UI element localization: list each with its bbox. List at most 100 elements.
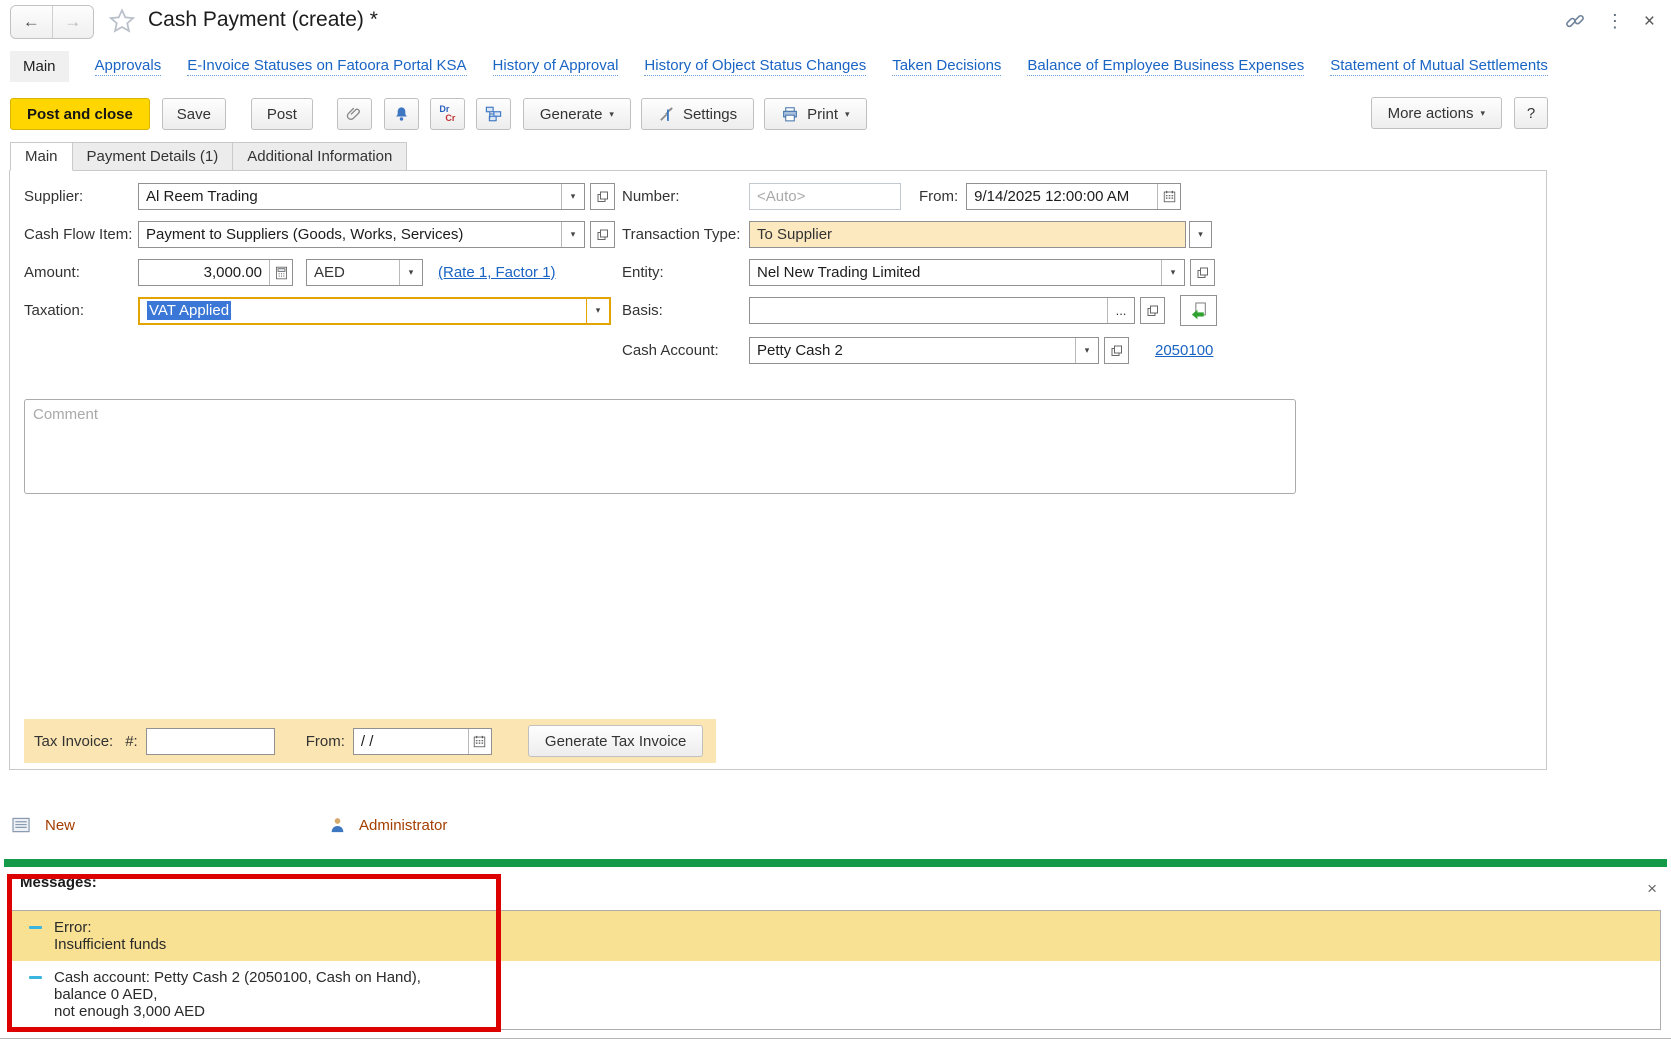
account-code-link[interactable]: 2050100 — [1155, 342, 1213, 359]
more-actions-button[interactable]: More actions▾ — [1371, 97, 1502, 129]
transaction-type-field-group: To Supplier — [749, 221, 1186, 248]
tax-invoice-label: Tax Invoice: — [34, 733, 113, 750]
message-item-error[interactable]: Error: Insufficient funds — [11, 911, 1660, 961]
supplier-open-button[interactable] — [590, 183, 615, 210]
chevron-down-icon: ▾ — [845, 109, 850, 120]
main-form-panel: Supplier: ▾ Cash Flow Item: ▾ — [9, 170, 1547, 770]
tax-invoice-number-input[interactable] — [147, 729, 274, 754]
chevron-down-icon: ▾ — [1480, 108, 1485, 119]
supplier-input[interactable] — [139, 184, 561, 209]
kebab-menu-icon[interactable]: ⋮ — [1606, 12, 1624, 30]
paperclip-icon — [345, 105, 363, 123]
post-and-close-button[interactable]: Post and close — [10, 98, 150, 130]
generate-button[interactable]: Generate▾ — [523, 98, 631, 130]
basis-row: Basis: ... — [622, 297, 1242, 324]
cash-flow-item-dropdown-icon[interactable]: ▾ — [561, 222, 584, 247]
basis-ellipsis-button[interactable]: ... — [1107, 298, 1134, 323]
calendar-icon[interactable] — [1157, 184, 1180, 209]
message-item-detail[interactable]: Cash account: Petty Cash 2 (2050100, Cas… — [11, 961, 1660, 1028]
tax-invoice-calendar-icon[interactable] — [468, 729, 491, 754]
nav-link-approvals[interactable]: Approvals — [95, 57, 162, 76]
taxation-value[interactable]: VAT Applied — [140, 299, 586, 323]
tab-additional-information[interactable]: Additional Information — [233, 142, 407, 171]
number-label: Number: — [622, 188, 749, 205]
cash-payment-window: ← → Cash Payment (create) * ⋮ × Main App… — [0, 0, 1671, 1048]
dr-cr-button[interactable]: DrCr — [430, 98, 465, 130]
cash-account-open-button[interactable] — [1104, 337, 1129, 364]
nav-link-history-of-approval[interactable]: History of Approval — [493, 57, 619, 76]
nav-link-history-object-status[interactable]: History of Object Status Changes — [644, 57, 866, 76]
tax-invoice-number-label: #: — [125, 733, 138, 750]
transaction-type-row: Transaction Type: To Supplier ▾ — [622, 221, 1242, 248]
user-icon — [330, 817, 345, 834]
print-button[interactable]: Print▾ — [764, 98, 866, 130]
from-date-input[interactable] — [967, 184, 1157, 209]
help-button[interactable]: ? — [1514, 97, 1548, 129]
favorite-star-icon[interactable] — [108, 7, 136, 35]
save-button[interactable]: Save — [162, 98, 226, 130]
close-window-icon[interactable]: × — [1644, 12, 1655, 31]
currency-dropdown-icon[interactable]: ▾ — [399, 260, 422, 285]
nav-item-main[interactable]: Main — [10, 51, 69, 82]
supplier-dropdown-icon[interactable]: ▾ — [561, 184, 584, 209]
forward-button[interactable]: → — [53, 6, 94, 38]
calculator-icon[interactable] — [269, 260, 292, 285]
supplier-label: Supplier: — [24, 188, 138, 205]
message-text: Error: Insufficient funds — [54, 919, 166, 953]
tax-invoice-number-group — [146, 728, 275, 755]
amount-input[interactable] — [139, 260, 269, 285]
cash-flow-item-input[interactable] — [139, 222, 561, 247]
nav-link-mutual-settlements[interactable]: Statement of Mutual Settlements — [1330, 57, 1548, 76]
nav-link-taken-decisions[interactable]: Taken Decisions — [892, 57, 1001, 76]
tax-invoice-strip: Tax Invoice: #: From: Generate Tax Invoi… — [24, 719, 716, 763]
tax-invoice-date-group — [353, 728, 492, 755]
cash-account-field-group: ▾ — [749, 337, 1099, 364]
tab-payment-details[interactable]: Payment Details (1) — [73, 142, 234, 171]
settings-button[interactable]: Settings — [641, 98, 754, 130]
cash-account-dropdown-icon[interactable]: ▾ — [1075, 338, 1098, 363]
post-button[interactable]: Post — [251, 98, 313, 130]
tab-main[interactable]: Main — [10, 142, 73, 171]
transaction-type-value[interactable]: To Supplier — [750, 222, 1185, 247]
supplier-field-group: ▾ — [138, 183, 585, 210]
forward-arrow-icon: → — [64, 12, 81, 32]
related-documents-button[interactable] — [476, 98, 511, 130]
document-state-text[interactable]: New — [45, 817, 75, 834]
entity-row: Entity: ▾ — [622, 259, 1242, 286]
status-user-text[interactable]: Administrator — [359, 817, 447, 834]
cash-account-input[interactable] — [750, 338, 1075, 363]
basis-field-group: ... — [749, 297, 1135, 324]
get-link-icon[interactable] — [1564, 10, 1586, 32]
progress-bar — [4, 859, 1667, 867]
nav-link-einvoice-statuses[interactable]: E-Invoice Statuses on Fatoora Portal KSA — [187, 57, 466, 76]
back-button[interactable]: ← — [11, 6, 53, 38]
taxation-selected-text: VAT Applied — [147, 301, 231, 320]
basis-input[interactable] — [750, 298, 1107, 323]
tax-invoice-date-input[interactable] — [354, 729, 468, 754]
nav-link-employee-expenses[interactable]: Balance of Employee Business Expenses — [1027, 57, 1304, 76]
back-arrow-icon: ← — [23, 12, 40, 32]
transaction-type-dropdown-icon[interactable]: ▾ — [1189, 221, 1212, 248]
entity-open-button[interactable] — [1190, 259, 1215, 286]
currency-value[interactable]: AED — [307, 260, 399, 285]
entity-input[interactable] — [750, 260, 1161, 285]
taxation-dropdown-icon[interactable]: ▾ — [586, 299, 609, 323]
entity-dropdown-icon[interactable]: ▾ — [1161, 260, 1184, 285]
attach-file-button[interactable] — [337, 98, 372, 130]
number-field-group — [749, 183, 901, 210]
fill-from-basis-button[interactable] — [1180, 295, 1217, 326]
reminder-button[interactable] — [384, 98, 419, 130]
bell-icon — [393, 105, 410, 123]
messages-close-icon[interactable]: × — [1647, 880, 1657, 897]
number-input[interactable] — [750, 184, 900, 209]
cash-flow-item-open-button[interactable] — [590, 221, 615, 248]
cash-account-label: Cash Account: — [622, 342, 749, 359]
number-row: Number: From: — [622, 183, 1242, 210]
amount-field-group — [138, 259, 293, 286]
basis-open-button[interactable] — [1140, 297, 1165, 324]
generate-tax-invoice-button[interactable]: Generate Tax Invoice — [528, 725, 703, 757]
rate-factor-link[interactable]: (Rate 1, Factor 1) — [438, 264, 556, 281]
comment-textarea[interactable] — [24, 399, 1296, 494]
page-title: Cash Payment (create) * — [148, 8, 378, 32]
currency-field-group: AED ▾ — [306, 259, 423, 286]
